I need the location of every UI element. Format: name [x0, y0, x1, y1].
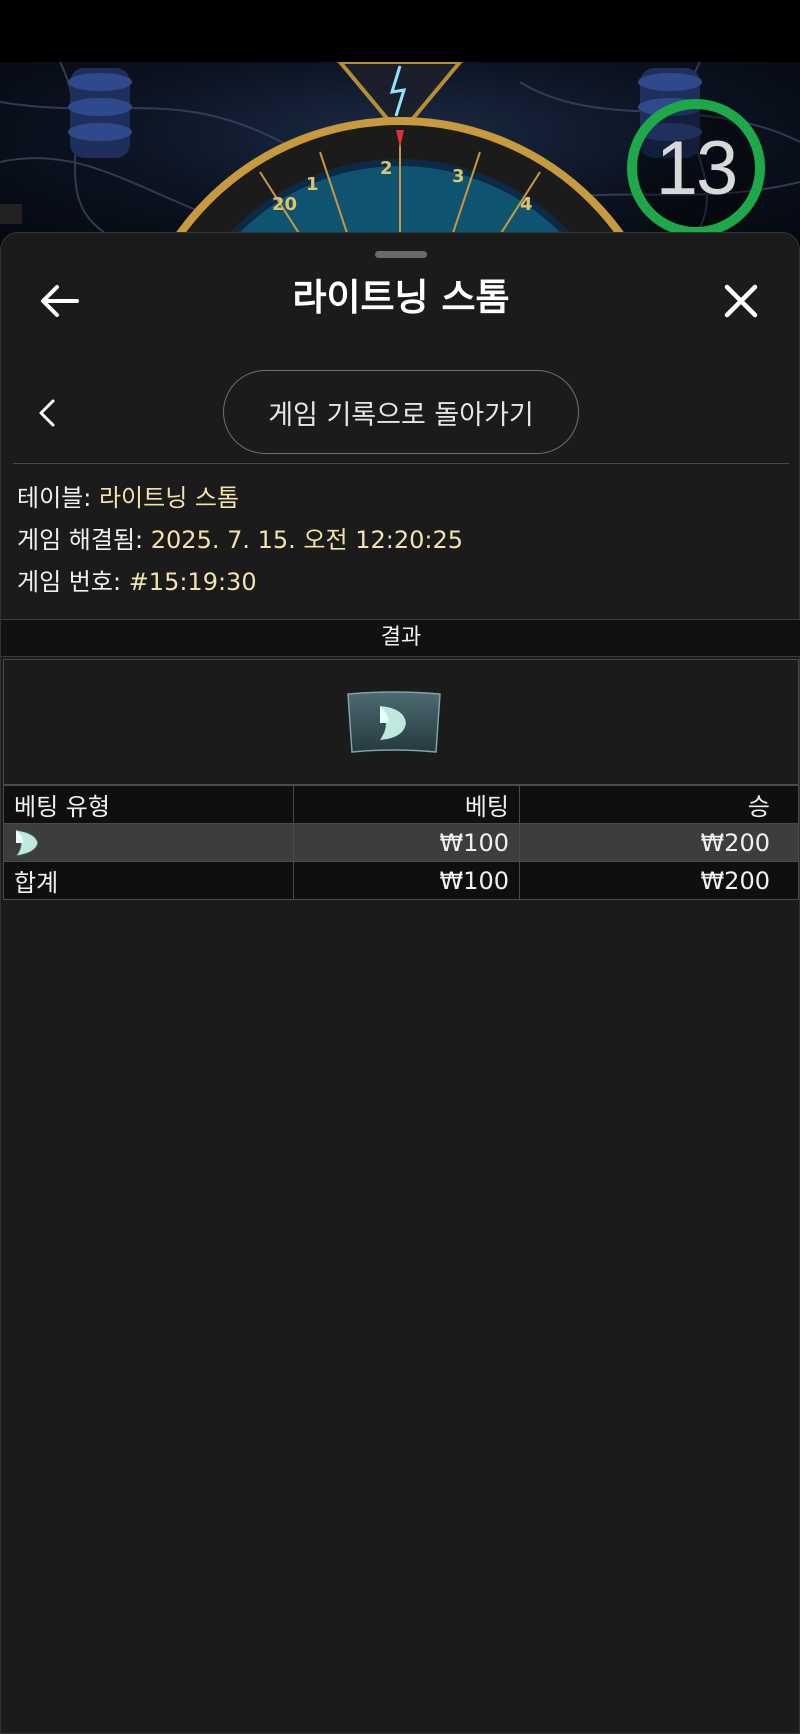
resolved-label: 게임 해결됨: — [17, 526, 144, 554]
row-win-amount: ₩200 — [519, 823, 799, 862]
table-row: ₩100 ₩200 — [3, 823, 799, 862]
close-icon[interactable] — [719, 279, 763, 323]
col-bet: 베팅 — [293, 785, 520, 824]
game-number-label: 게임 번호: — [17, 568, 122, 596]
timer-value: 13 — [655, 125, 739, 211]
coil-left — [68, 68, 132, 158]
total-win-amount: ₩200 — [519, 861, 799, 900]
status-bar — [0, 0, 800, 62]
table-info: 테이블: 라이트닝 스톰 — [17, 481, 239, 515]
table-value: 라이트닝 스톰 — [98, 484, 240, 512]
table-label: 테이블: — [17, 484, 92, 512]
sheet-drag-handle[interactable] — [375, 251, 427, 258]
result-heading: 결과 — [1, 619, 800, 657]
back-to-history-button[interactable]: 게임 기록으로 돌아가기 — [223, 370, 579, 454]
total-label: 합계 — [3, 861, 294, 900]
svg-text:1: 1 — [306, 174, 319, 195]
svg-text:4: 4 — [520, 194, 533, 215]
resolved-info: 게임 해결됨: 2025. 7. 15. 오전 12:20:25 — [17, 523, 463, 557]
leaf-bet-icon — [344, 690, 444, 756]
result-box — [3, 659, 799, 785]
col-win: 승 — [519, 785, 799, 824]
page-title: 라이트닝 스톰 — [292, 276, 510, 319]
leaf-bet-icon — [12, 827, 40, 859]
row-bet-amount: ₩100 — [293, 823, 520, 862]
svg-text:3: 3 — [452, 166, 465, 187]
game-number-value: #15:19:30 — [128, 568, 257, 596]
total-row: 합계 ₩100 ₩200 — [3, 861, 799, 900]
chevron-left-icon[interactable] — [33, 395, 63, 431]
game-history-sheet: 라이트닝 스톰 게임 기록으로 돌아가기 테이블: 라이트닝 스톰 게임 해결됨… — [0, 232, 800, 1734]
bets-table: 베팅 유형 베팅 승 ₩100 ₩200 합계 ₩100 ₩200 — [3, 785, 799, 900]
sheet-header: 라이트닝 스톰 — [1, 263, 800, 333]
col-bet-type: 베팅 유형 — [3, 785, 294, 824]
total-bet-amount: ₩100 — [293, 861, 520, 900]
countdown-timer: 13 — [624, 96, 768, 240]
divider — [13, 463, 789, 464]
resolved-value: 2025. 7. 15. 오전 12:20:25 — [150, 526, 464, 554]
bets-header-row: 베팅 유형 베팅 승 — [3, 785, 799, 824]
svg-text:20: 20 — [272, 194, 297, 215]
back-arrow-icon[interactable] — [39, 281, 83, 321]
svg-text:2: 2 — [380, 158, 393, 179]
game-number-info: 게임 번호: #15:19:30 — [17, 565, 257, 599]
